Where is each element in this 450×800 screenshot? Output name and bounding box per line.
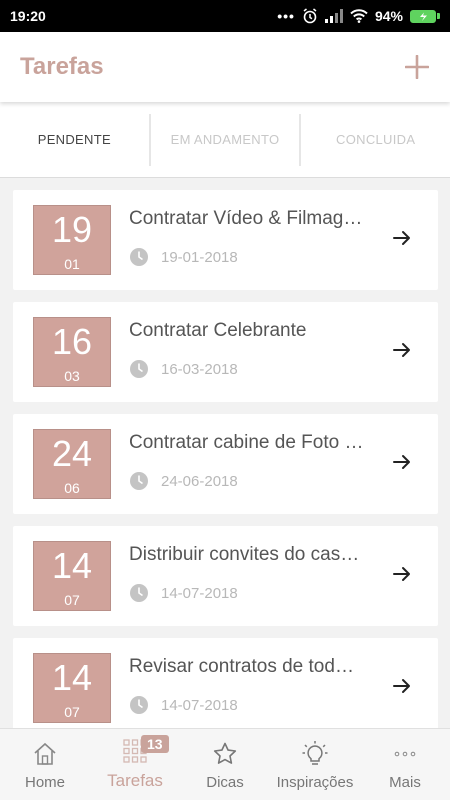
- task-month: 07: [64, 704, 80, 720]
- arrow-right-icon[interactable]: [392, 340, 412, 360]
- task-month: 07: [64, 592, 80, 608]
- tab-em-andamento[interactable]: EM ANDAMENTO: [151, 102, 300, 177]
- task-card[interactable]: 24 06 Contratar cabine de Foto … 24-06-2…: [13, 414, 438, 514]
- nav-label: Mais: [389, 774, 421, 791]
- tab-label: PENDENTE: [37, 132, 111, 147]
- task-day: 14: [51, 545, 93, 586]
- tasks-count-badge: 13: [141, 735, 169, 753]
- star-icon: [212, 740, 238, 768]
- task-meta: 24-06-2018: [129, 471, 238, 491]
- nav-label: Tarefas: [107, 771, 163, 790]
- task-title: Contratar Vídeo & Filmag…: [129, 208, 363, 229]
- nav-label: Dicas: [206, 774, 244, 791]
- task-date: 16-03-2018: [161, 360, 238, 378]
- task-day: 19: [51, 209, 93, 250]
- nav-dicas[interactable]: Dicas: [180, 729, 270, 800]
- task-title: Contratar Celebrante: [129, 320, 307, 341]
- status-time: 19:20: [10, 8, 46, 24]
- arrow-right-icon[interactable]: [392, 564, 412, 584]
- lightbulb-icon: [301, 740, 329, 768]
- task-day: 14: [51, 657, 93, 698]
- clock-icon: [130, 472, 148, 490]
- tab-label: EM ANDAMENTO: [170, 132, 280, 147]
- task-day: 16: [51, 321, 93, 362]
- task-day: 24: [51, 433, 93, 474]
- arrow-right-icon[interactable]: [392, 452, 412, 472]
- clock-icon: [130, 248, 148, 266]
- task-date: 19-01-2018: [161, 248, 238, 266]
- nav-label: Inspirações: [276, 774, 354, 791]
- home-icon: [32, 740, 58, 768]
- nav-inspiracoes[interactable]: Inspirações: [270, 729, 360, 800]
- status-tabs: PENDENTE EM ANDAMENTO CONCLUIDA: [0, 102, 450, 178]
- task-card[interactable]: 14 07 Revisar contratos de tod… 14-07-20…: [13, 638, 438, 728]
- more-dots-icon: •••: [277, 8, 295, 24]
- task-date: 14-07-2018: [161, 696, 238, 714]
- task-date-box: 14 07: [33, 653, 111, 723]
- task-date-box: 16 03: [33, 317, 111, 387]
- task-title: Contratar cabine de Foto …: [129, 432, 364, 453]
- add-button[interactable]: [402, 52, 432, 82]
- arrow-right-icon[interactable]: [392, 676, 412, 696]
- task-date: 24-06-2018: [161, 472, 238, 490]
- task-meta: 16-03-2018: [129, 359, 238, 379]
- nav-home[interactable]: Home: [0, 729, 90, 800]
- task-meta: 19-01-2018: [129, 247, 238, 267]
- clock-icon: [130, 584, 148, 602]
- nav-mais[interactable]: Mais: [360, 729, 450, 800]
- nav-label: Home: [24, 774, 65, 791]
- task-date-box: 14 07: [33, 541, 111, 611]
- task-title: Revisar contratos de tod…: [129, 656, 354, 677]
- tab-concluida[interactable]: CONCLUIDA: [301, 102, 450, 177]
- tab-pendente[interactable]: PENDENTE: [0, 102, 149, 177]
- task-meta: 14-07-2018: [129, 695, 238, 715]
- task-month: 01: [64, 256, 80, 272]
- task-card[interactable]: 16 03 Contratar Celebrante 16-03-2018: [13, 302, 438, 402]
- battery-icon: [410, 9, 440, 23]
- page-title: Tarefas: [20, 53, 104, 80]
- task-card[interactable]: 14 07 Distribuir convites do cas… 14-07-…: [13, 526, 438, 626]
- clock-icon: [130, 360, 148, 378]
- task-meta: 14-07-2018: [129, 583, 238, 603]
- status-bar: 19:20 ••• 94%: [0, 0, 450, 32]
- plus-icon: [405, 55, 429, 79]
- status-icons: ••• 94%: [277, 8, 440, 24]
- tab-label: CONCLUIDA: [336, 132, 416, 147]
- task-date-box: 24 06: [33, 429, 111, 499]
- bottom-nav: Home 13 Tarefas Dicas Inspirações Mais: [0, 728, 450, 800]
- task-date: 14-07-2018: [161, 584, 238, 602]
- nav-tarefas[interactable]: 13 Tarefas: [90, 729, 180, 800]
- clock-icon: [130, 696, 148, 714]
- battery-percent: 94%: [374, 8, 403, 24]
- task-card[interactable]: 19 01 Contratar Vídeo & Filmag… 19-01-20…: [13, 190, 438, 290]
- task-month: 06: [64, 480, 80, 496]
- arrow-right-icon[interactable]: [392, 228, 412, 248]
- task-list: 19 01 Contratar Vídeo & Filmag… 19-01-20…: [0, 178, 450, 728]
- more-icon: [393, 740, 417, 768]
- alarm-icon: [303, 8, 317, 24]
- task-date-box: 19 01: [33, 205, 111, 275]
- task-month: 03: [64, 368, 80, 384]
- wifi-icon: [350, 9, 368, 23]
- app-header: Tarefas: [0, 32, 450, 102]
- task-title: Distribuir convites do cas…: [129, 544, 360, 565]
- signal-icon: [324, 9, 343, 23]
